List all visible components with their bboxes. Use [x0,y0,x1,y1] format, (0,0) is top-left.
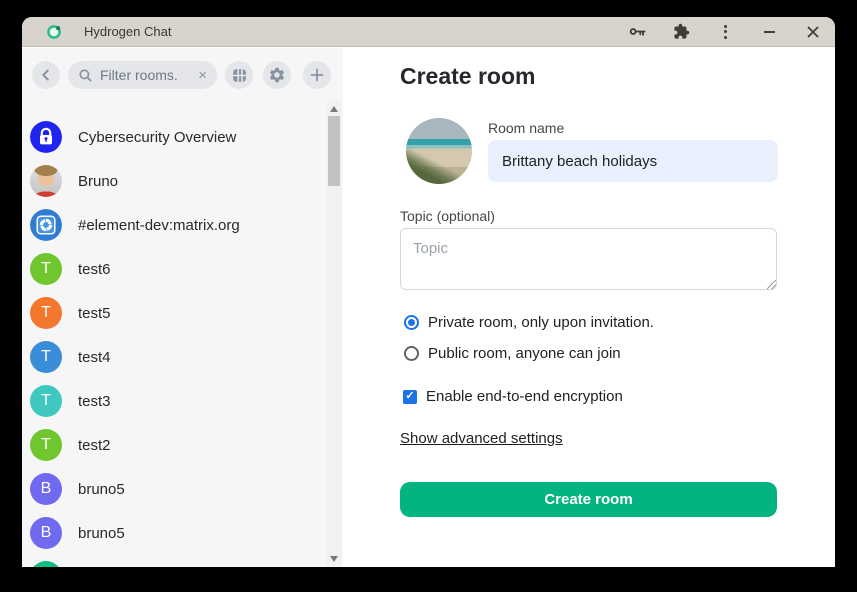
grid-view-button[interactable] [225,61,253,89]
public-radio-label: Public room, anyone can join [428,345,621,362]
create-room-button-sidebar[interactable] [303,61,331,89]
letter-avatar: B [30,517,62,549]
private-room-option[interactable]: Private room, only upon invitation. [404,314,654,331]
letter-avatar: E [30,561,62,567]
topic-textarea[interactable] [400,228,777,290]
titlebar: Hydrogen Chat [22,17,835,47]
sidebar-toolbar: × [32,61,343,89]
letter-avatar: T [30,253,62,285]
room-list-item[interactable]: Bruno [22,159,325,203]
private-radio[interactable] [404,315,419,330]
textarea-resize-grip[interactable] [767,280,776,289]
room-name: test2 [78,437,111,454]
room-list-item[interactable]: Bbruno5 [22,511,325,555]
create-room-panel: Create room Room name Topic (optional) P… [343,48,835,567]
back-button[interactable] [32,61,60,89]
letter-avatar: B [30,473,62,505]
encryption-option[interactable]: ✓ Enable end-to-end encryption [403,388,623,405]
room-name: #element-dev:matrix.org [78,217,240,234]
letter-avatar: T [30,385,62,417]
encryption-checkbox-label: Enable end-to-end encryption [426,388,623,405]
search-icon [78,68,93,83]
public-room-option[interactable]: Public room, anyone can join [404,345,621,362]
room-list-item[interactable]: EEmpty Room [22,555,325,567]
room-list-item[interactable]: Ttest2 [22,423,325,467]
public-radio[interactable] [404,346,419,361]
letter-avatar: T [30,341,62,373]
filter-rooms-input[interactable] [100,67,196,83]
private-radio-label: Private room, only upon invitation. [428,314,654,331]
room-list-item[interactable]: Ttest4 [22,335,325,379]
room-list-item[interactable]: Ttest5 [22,291,325,335]
room-sidebar: × Cyb [22,48,343,567]
room-list-item[interactable]: Ttest6 [22,247,325,291]
letter-avatar: T [30,297,62,329]
user-photo-avatar [30,165,62,197]
room-name: bruno5 [78,525,125,542]
show-advanced-settings-link[interactable]: Show advanced settings [400,430,563,447]
window-title: Hydrogen Chat [84,24,627,39]
hydrogen-logo-icon [46,24,62,40]
topic-label: Topic (optional) [400,208,495,224]
extensions-icon[interactable] [671,22,691,42]
room-name-label: Room name [488,120,564,136]
room-name: bruno5 [78,481,125,498]
minimize-button[interactable] [759,22,779,42]
close-button[interactable] [803,22,823,42]
room-list-item[interactable]: #element-dev:matrix.org [22,203,325,247]
room-avatar-picker[interactable] [406,118,472,184]
room-name: test5 [78,305,111,322]
scroll-down-arrow[interactable] [330,556,338,562]
clear-filter-icon[interactable]: × [196,68,209,83]
letter-avatar: T [30,429,62,461]
room-list: Cybersecurity Overview Bruno #element-dev:… [22,101,325,567]
key-icon[interactable] [627,22,647,42]
room-name: test3 [78,393,111,410]
room-list-item[interactable]: Cybersecurity Overview [22,115,325,159]
room-list-item[interactable]: Ttest3 [22,379,325,423]
room-name: Cybersecurity Overview [78,129,236,146]
room-name-input[interactable] [488,140,778,182]
app-window: Hydrogen Chat [22,17,835,567]
element-logo-icon [30,209,62,241]
sidebar-scrollbar[interactable] [327,101,341,567]
room-list-item[interactable]: Bbruno5 [22,467,325,511]
room-name: test6 [78,261,111,278]
create-room-submit-button[interactable]: Create room [400,482,777,517]
page-title: Create room [400,63,535,90]
room-name: test4 [78,349,111,366]
scroll-up-arrow[interactable] [330,106,338,112]
scrollbar-thumb[interactable] [328,116,340,186]
encryption-checkbox[interactable]: ✓ [403,390,417,404]
room-name: Bruno [78,173,118,190]
browser-menu-icon[interactable] [715,22,735,42]
lock-avatar-icon [30,121,62,153]
settings-button[interactable] [263,61,291,89]
filter-rooms-field[interactable]: × [68,61,217,89]
